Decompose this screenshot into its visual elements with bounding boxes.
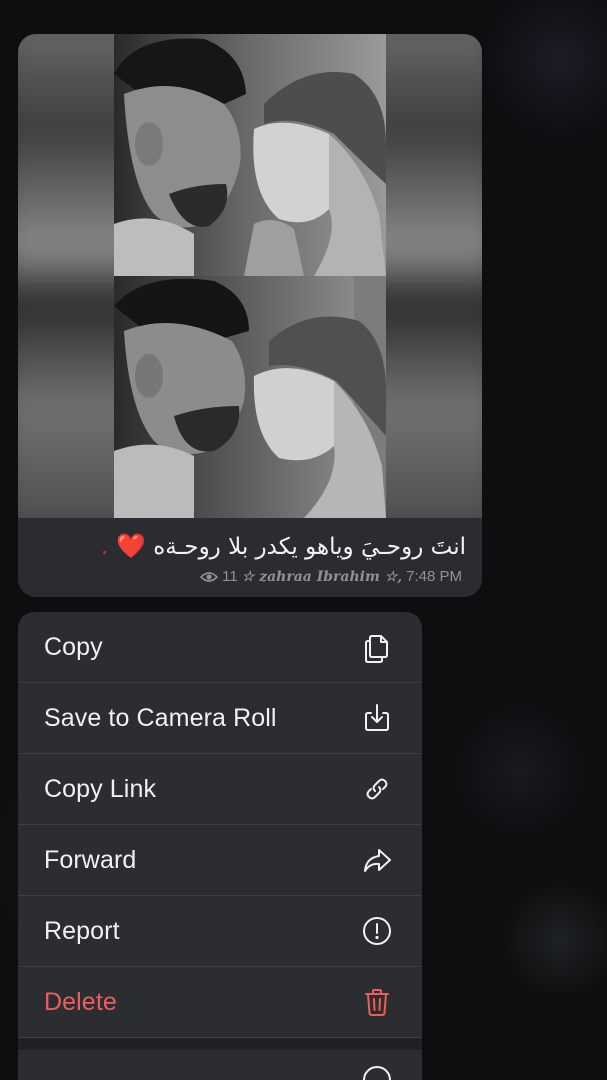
menu-item-label: Copy	[44, 632, 103, 661]
copy-icon	[360, 630, 394, 664]
eye-icon	[200, 571, 219, 582]
forward-arrow-icon	[360, 843, 394, 877]
caption-text: انتَ روحـيَ وياهو يكدر بلا روحـةه	[153, 534, 466, 560]
menu-section-separator	[18, 1038, 422, 1050]
more-icon	[360, 1063, 394, 1080]
save-download-icon	[360, 701, 394, 735]
screen: انتَ روحـيَ وياهو يكدر بلا روحـةه ❤️ . 1…	[0, 0, 607, 1080]
message-photo[interactable]	[18, 34, 482, 518]
photo-frame-top	[114, 34, 386, 276]
heart-emoji: ❤️ .	[100, 532, 146, 560]
menu-item-label: Delete	[44, 987, 117, 1016]
menu-item-report[interactable]: Report	[18, 896, 422, 967]
menu-item-label: Report	[44, 916, 120, 945]
exclamation-circle-icon	[360, 914, 394, 948]
menu-item-label: Forward	[44, 845, 137, 874]
view-count: 11	[222, 568, 238, 585]
menu-item-save-to-camera-roll[interactable]: Save to Camera Roll	[18, 683, 422, 754]
menu-item-label: Save to Camera Roll	[44, 703, 277, 732]
message-meta: 11 ☆ zahraa Ibrahim ☆, 7:48 PM	[200, 568, 462, 585]
link-icon	[360, 772, 394, 806]
menu-item-label: Copy Link	[44, 774, 157, 803]
context-menu: Copy Save to Camera Roll Copy Link Forwa…	[18, 612, 422, 1080]
photo-frame-bottom	[114, 276, 386, 518]
message-caption: انتَ روحـيَ وياهو يكدر بلا روحـةه ❤️ .	[101, 532, 466, 560]
trash-icon	[360, 985, 394, 1019]
menu-item-partial[interactable]	[18, 1050, 422, 1080]
menu-item-copy[interactable]: Copy	[18, 612, 422, 683]
menu-item-delete[interactable]: Delete	[18, 967, 422, 1038]
message-time: 7:48 PM	[406, 568, 462, 585]
author-signature: ☆ zahraa Ibrahim ☆,	[241, 568, 403, 585]
message-bubble[interactable]: انتَ روحـيَ وياهو يكدر بلا روحـةه ❤️ . 1…	[18, 34, 482, 597]
photo-collage	[114, 34, 386, 518]
menu-item-forward[interactable]: Forward	[18, 825, 422, 896]
menu-item-copy-link[interactable]: Copy Link	[18, 754, 422, 825]
